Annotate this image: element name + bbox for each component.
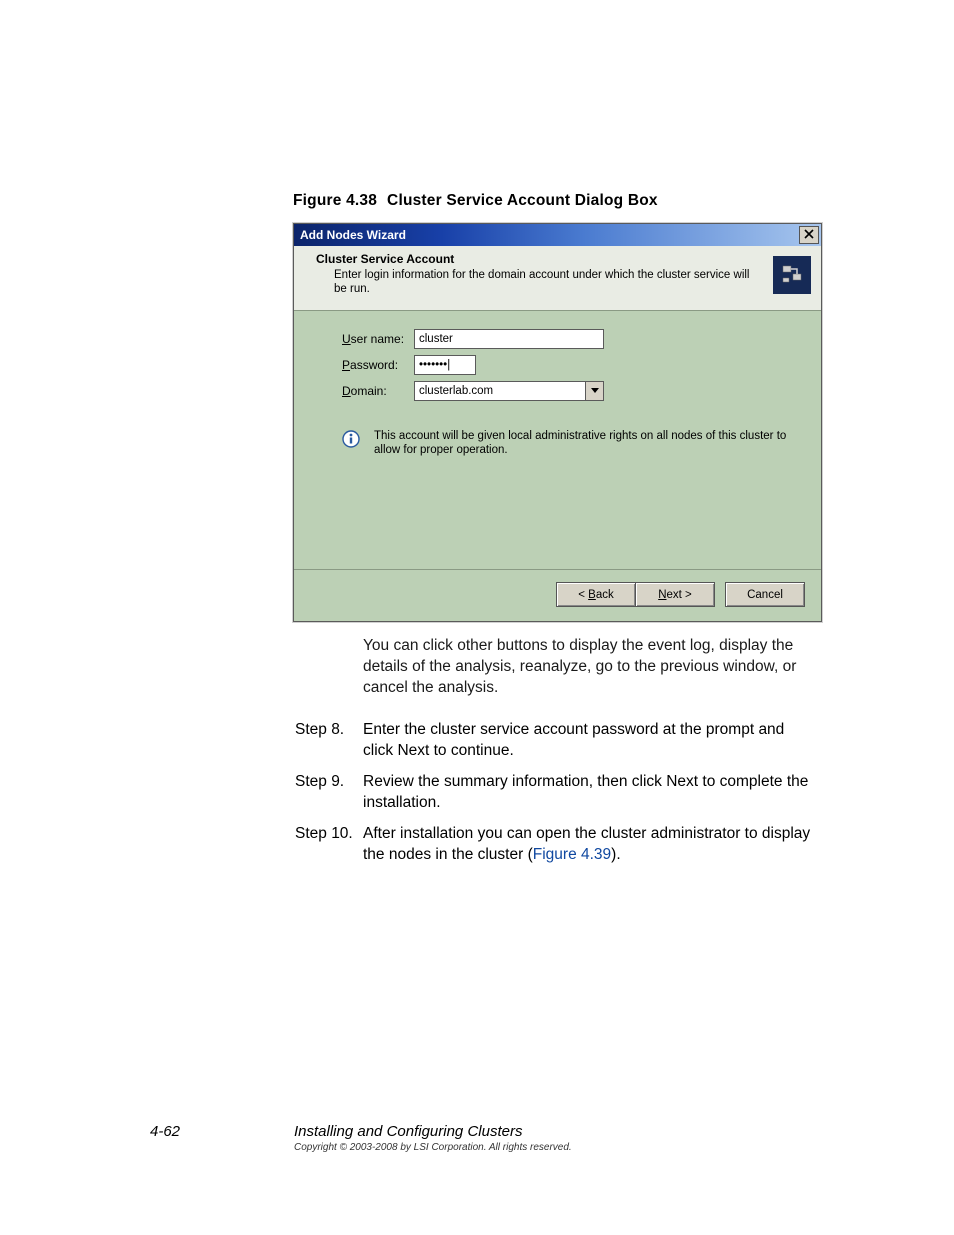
- dialog-body: User name: cluster Password: •••••••| Do…: [294, 311, 821, 569]
- step-text: After installation you can open the clus…: [363, 824, 811, 866]
- password-input[interactable]: •••••••|: [414, 355, 476, 375]
- step-8: Step 8. Enter the cluster service accoun…: [295, 720, 811, 762]
- dialog-header-title: Cluster Service Account: [316, 252, 765, 266]
- cancel-button[interactable]: Cancel: [725, 582, 805, 607]
- close-icon: [804, 228, 814, 242]
- add-nodes-wizard-dialog: Add Nodes Wizard Cluster Service Account…: [293, 223, 822, 622]
- back-button[interactable]: < Back: [556, 582, 636, 607]
- step-label: Step 9.: [295, 772, 344, 793]
- next-button[interactable]: Next >: [635, 582, 715, 607]
- password-label: Password:: [342, 358, 414, 372]
- username-input[interactable]: cluster: [414, 329, 604, 349]
- dialog-header-subtitle: Enter login information for the domain a…: [316, 266, 754, 297]
- info-note-row: This account will be given local adminis…: [342, 429, 799, 458]
- document-page: Figure 4.38 Cluster Service Account Dialo…: [0, 0, 954, 1235]
- info-icon: [342, 430, 360, 448]
- dialog-title: Add Nodes Wizard: [300, 228, 406, 242]
- combobox-dropdown-button[interactable]: [585, 382, 603, 401]
- chevron-down-icon: [591, 385, 599, 397]
- page-number: 4-62: [150, 1123, 180, 1140]
- step-label: Step 8.: [295, 720, 344, 741]
- paragraph: You can click other buttons to display t…: [363, 636, 809, 699]
- username-label: User name:: [342, 332, 414, 346]
- step-10: Step 10. After installation you can open…: [295, 824, 811, 866]
- figure-title: Cluster Service Account Dialog Box: [387, 192, 658, 209]
- domain-row: Domain: clusterlab.com: [342, 381, 799, 401]
- step-text: Review the summary information, then cli…: [363, 772, 811, 814]
- domain-label: Domain:: [342, 384, 414, 398]
- info-note-text: This account will be given local adminis…: [374, 429, 799, 458]
- dialog-footer: < Back Next > Cancel: [294, 569, 821, 621]
- dialog-titlebar: Add Nodes Wizard: [294, 224, 821, 246]
- step-text: Enter the cluster service account passwo…: [363, 720, 811, 762]
- figure-link[interactable]: Figure 4.39: [533, 846, 611, 863]
- close-button[interactable]: [799, 226, 819, 244]
- step-label: Step 10.: [295, 824, 353, 845]
- figure-number: Figure 4.38: [293, 192, 377, 209]
- section-title: Installing and Configuring Clusters: [294, 1123, 522, 1140]
- copyright: Copyright © 2003-2008 by LSI Corporation…: [294, 1142, 572, 1153]
- password-row: Password: •••••••|: [342, 355, 799, 375]
- step-9: Step 9. Review the summary information, …: [295, 772, 811, 814]
- username-row: User name: cluster: [342, 329, 799, 349]
- text-cursor: |: [447, 359, 450, 371]
- figure-caption: Figure 4.38 Cluster Service Account Dialo…: [293, 192, 658, 210]
- dialog-header: Cluster Service Account Enter login info…: [294, 246, 821, 311]
- domain-combobox[interactable]: clusterlab.com: [414, 381, 604, 401]
- cluster-icon: [773, 256, 811, 294]
